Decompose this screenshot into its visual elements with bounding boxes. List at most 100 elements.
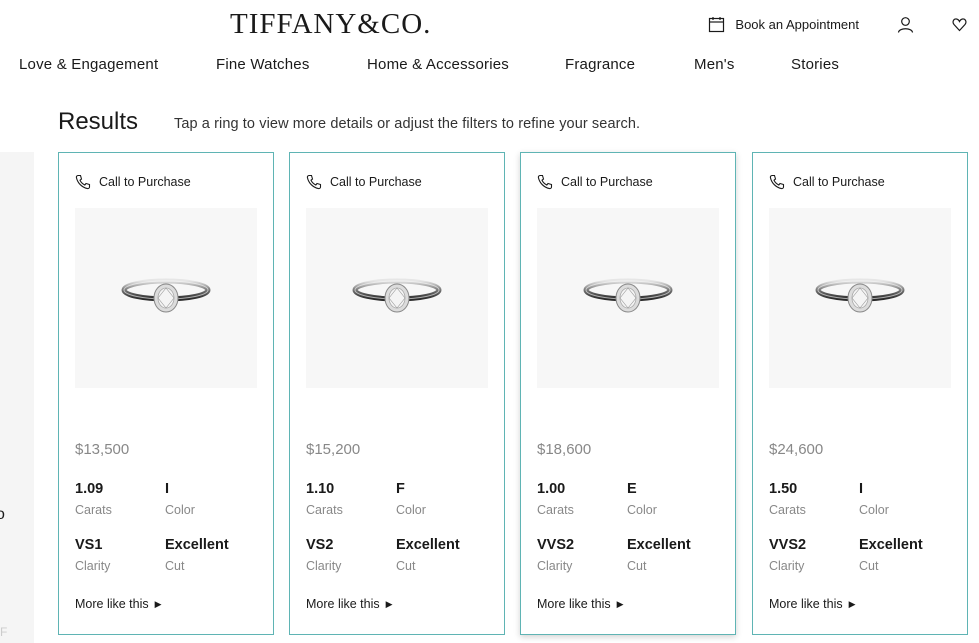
diamond-ring-image [583, 278, 673, 313]
phone-icon [306, 174, 322, 190]
spec-cut: Excellent Cut [859, 537, 923, 573]
carats-value: 1.50 [769, 481, 798, 497]
more-like-this-label: More like this [306, 597, 380, 611]
spec-clarity: VVS2 Clarity [769, 537, 806, 573]
spec-cut: Excellent Cut [627, 537, 691, 573]
main-nav: Love & Engagement Fine Watches Home & Ac… [0, 56, 979, 76]
ring-price: $15,200 [306, 441, 361, 458]
call-to-purchase-label: Call to Purchase [793, 175, 885, 189]
phone-icon [75, 174, 91, 190]
diamond-ring-image [815, 278, 905, 313]
spec-color: E Color [627, 481, 657, 517]
color-label: Color [627, 503, 657, 517]
ring-image[interactable] [537, 208, 719, 388]
color-value: F [396, 481, 405, 497]
carats-value: 1.00 [537, 481, 566, 497]
spec-cut: Excellent Cut [165, 537, 229, 573]
cut-label: Cut [627, 559, 647, 573]
phone-icon [769, 174, 785, 190]
cut-value: Excellent [859, 537, 923, 553]
more-like-this-label: More like this [75, 597, 149, 611]
diamond-ring-image [121, 278, 211, 313]
nav-mens[interactable]: Men's [694, 56, 735, 73]
tiffany-logo[interactable]: TIFFANY&CO. [230, 8, 431, 41]
spec-color: I Color [165, 481, 195, 517]
cut-value: Excellent [396, 537, 460, 553]
spec-carats: 1.10 Carats [306, 481, 343, 517]
color-label: Color [396, 503, 426, 517]
ring-card-4[interactable]: Call to Purchase $24,600 1.50 Carats I C… [752, 152, 968, 635]
nav-fragrance[interactable]: Fragrance [565, 56, 635, 73]
book-appointment-link[interactable]: Book an Appointment [708, 16, 859, 33]
call-to-purchase[interactable]: Call to Purchase [306, 174, 422, 190]
carats-value: 1.10 [306, 481, 335, 497]
spec-cut: Excellent Cut [396, 537, 460, 573]
ring-card-2[interactable]: Call to Purchase $15,200 1.10 Carats F C… [289, 152, 505, 635]
more-like-this-link[interactable]: More like this ▶ [537, 597, 624, 611]
spec-carats: 1.50 Carats [769, 481, 806, 517]
color-value: E [627, 481, 637, 497]
color-value: I [859, 481, 864, 497]
filter-panel [0, 152, 34, 643]
clarity-value: VS2 [306, 537, 334, 553]
cut-value: Excellent [165, 537, 229, 553]
ring-image[interactable] [769, 208, 951, 388]
clarity-value: VVS2 [537, 537, 575, 553]
ring-price: $18,600 [537, 441, 592, 458]
nav-fine-watches[interactable]: Fine Watches [216, 56, 310, 73]
cut-label: Cut [859, 559, 879, 573]
color-label: Color [165, 503, 195, 517]
carats-label: Carats [769, 503, 806, 517]
spec-clarity: VVS2 Clarity [537, 537, 574, 573]
caret-right-icon: ▶ [385, 598, 393, 609]
ring-card-3[interactable]: Call to Purchase $18,600 1.00 Carats E C… [520, 152, 736, 635]
wishlist-heart-icon[interactable] [952, 17, 967, 32]
spec-clarity: VS2 Clarity [306, 537, 341, 573]
clarity-label: Clarity [769, 559, 805, 573]
carats-value: 1.09 [75, 481, 104, 497]
clarity-value: VVS2 [769, 537, 807, 553]
nav-home-accessories[interactable]: Home & Accessories [367, 56, 509, 73]
call-to-purchase-label: Call to Purchase [330, 175, 422, 189]
user-account-icon[interactable] [897, 16, 914, 33]
carats-label: Carats [306, 503, 343, 517]
call-to-purchase-label: Call to Purchase [99, 175, 191, 189]
more-like-this-label: More like this [537, 597, 611, 611]
ring-price: $13,500 [75, 441, 130, 458]
more-like-this-link[interactable]: More like this ▶ [75, 597, 162, 611]
ring-image[interactable] [306, 208, 488, 388]
clarity-label: Clarity [306, 559, 342, 573]
filter-panel-fragment: o [0, 506, 5, 523]
diamond-ring-image [352, 278, 442, 313]
spec-carats: 1.00 Carats [537, 481, 574, 517]
cut-label: Cut [165, 559, 185, 573]
clarity-label: Clarity [537, 559, 573, 573]
caret-right-icon: ▶ [154, 598, 162, 609]
call-to-purchase[interactable]: Call to Purchase [75, 174, 191, 190]
ring-image[interactable] [75, 208, 257, 388]
header-actions: Book an Appointment [708, 12, 979, 36]
filter-panel-faded-text: F [0, 625, 8, 639]
color-value: I [165, 481, 170, 497]
caret-right-icon: ▶ [616, 598, 624, 609]
spec-carats: 1.09 Carats [75, 481, 112, 517]
more-like-this-link[interactable]: More like this ▶ [769, 597, 856, 611]
carats-label: Carats [75, 503, 112, 517]
spec-clarity: VS1 Clarity [75, 537, 110, 573]
more-like-this-link[interactable]: More like this ▶ [306, 597, 393, 611]
call-to-purchase[interactable]: Call to Purchase [769, 174, 885, 190]
more-like-this-label: More like this [769, 597, 843, 611]
call-to-purchase-label: Call to Purchase [561, 175, 653, 189]
results-subtitle: Tap a ring to view more details or adjus… [174, 116, 641, 132]
call-to-purchase[interactable]: Call to Purchase [537, 174, 653, 190]
nav-love-engagement[interactable]: Love & Engagement [19, 56, 158, 73]
calendar-icon [709, 16, 725, 32]
caret-right-icon: ▶ [848, 598, 856, 609]
clarity-value: VS1 [75, 537, 103, 553]
results-title: Results [58, 108, 139, 135]
spec-color: F Color [396, 481, 426, 517]
ring-price: $24,600 [769, 441, 824, 458]
spec-color: I Color [859, 481, 889, 517]
ring-card-1[interactable]: Call to Purchase $13,500 1.09 Carats I C… [58, 152, 274, 635]
nav-stories[interactable]: Stories [791, 56, 839, 73]
